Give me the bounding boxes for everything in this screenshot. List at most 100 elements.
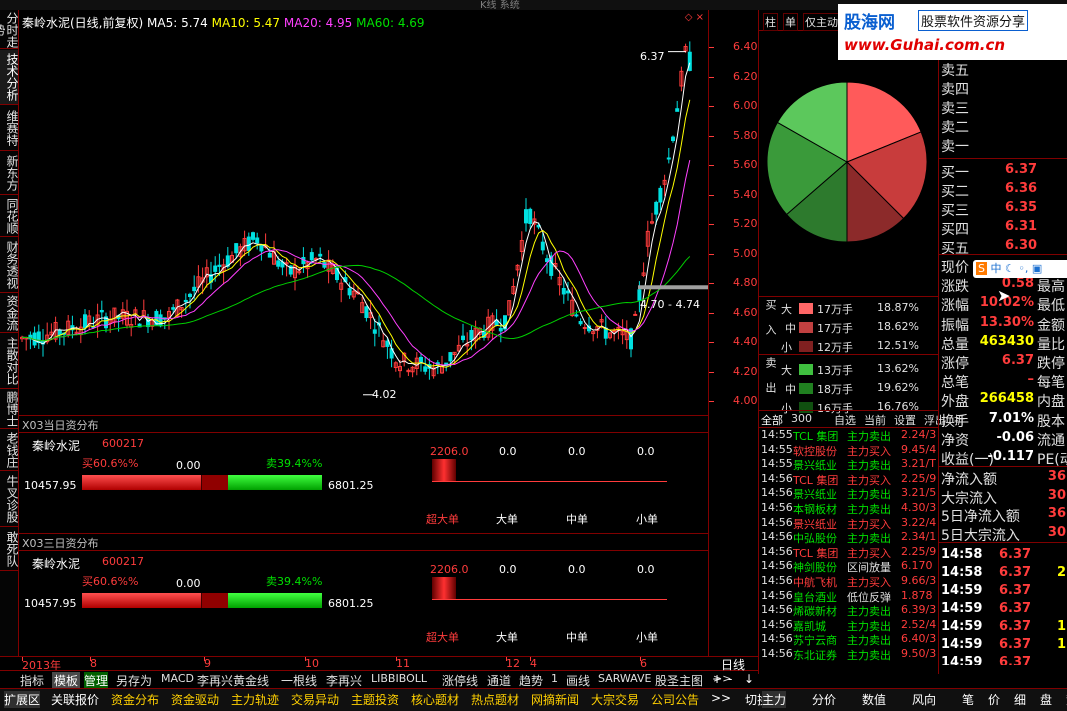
kline-chart-panel[interactable]: 秦岭水泥(日线,前复权) MA5: 5.74 MA10: 5.47 MA20: … (18, 10, 708, 416)
trade-stock[interactable]: 软控股份 (793, 443, 837, 459)
left-tab-2[interactable]: 技术分析 (0, 50, 19, 105)
candle-body (99, 309, 104, 313)
trade-value: 9.45/4 (901, 442, 937, 456)
trade-stock[interactable]: 景兴纸业 (793, 457, 837, 473)
flow-percent: 19.62% (877, 381, 919, 394)
trade-tab-1[interactable]: 全部 (761, 412, 783, 428)
indicator-tab-14[interactable]: 画线 (566, 672, 590, 689)
extension-tab-10[interactable]: 网摘新闻 (531, 691, 579, 708)
extension-tab-3[interactable]: 资金分布 (111, 691, 159, 708)
indicator-tab-16[interactable]: 股圣主图 (655, 672, 703, 689)
view-tab-2[interactable]: 分价 (812, 691, 836, 708)
view-tab-5[interactable]: 笔 (962, 691, 974, 708)
indicator-tab-7[interactable]: 一根线 (281, 672, 317, 689)
extension-tab-5[interactable]: 主力轨迹 (231, 691, 279, 708)
extension-tab-11[interactable]: 大宗交易 (591, 691, 639, 708)
high-annotation: 6.37 (640, 50, 665, 63)
price-tick-mark (709, 76, 714, 78)
dist-today-panel: X03当日资分布 秦岭水泥 600217 买60.6%% 0.00 卖39.4%% 1045… (18, 415, 708, 534)
view-tab-7[interactable]: 细 (1014, 691, 1026, 708)
indicator-tab-10[interactable]: 涨停线 (442, 672, 478, 689)
chart-options-icon[interactable]: ◇ × (685, 12, 704, 23)
trade-stock[interactable]: 景兴纸业 (793, 486, 837, 502)
trade-action: 主力卖出 (847, 488, 891, 502)
x-axis-tick (506, 657, 507, 661)
trade-stock[interactable]: 烯碳新材 (793, 603, 837, 619)
indicator-tab-6[interactable]: 李再兴黄金线 (197, 672, 269, 689)
left-tab-7[interactable]: 资金流 (0, 294, 19, 333)
trade-stock[interactable]: 嘉凯城 (793, 618, 826, 634)
candle-body (666, 157, 671, 160)
trade-tab-4[interactable]: 当前 (864, 412, 886, 428)
view-tab-4[interactable]: 风向 (912, 691, 936, 708)
indicator-tab-12[interactable]: 趋势 (519, 672, 543, 689)
extension-tab-12[interactable]: 公司公告 (651, 691, 699, 708)
trade-tab-3[interactable]: 自选 (834, 412, 856, 428)
indicator-tab-5[interactable]: MACD (161, 672, 194, 685)
zoom-button-3[interactable]: ↓ (744, 672, 754, 686)
extension-tab-1[interactable]: 扩展区 (4, 691, 41, 708)
trade-stock[interactable]: 东北证券 (793, 647, 837, 663)
extension-tab-7[interactable]: 主题投资 (351, 691, 399, 708)
left-tab-9[interactable]: 鹏博士 (0, 390, 19, 429)
trade-stock[interactable]: 中弘股份 (793, 530, 837, 546)
candle-body (364, 306, 369, 318)
extension-tab-2[interactable]: 关联报价 (51, 691, 99, 708)
indicator-tab-9[interactable]: LIBBIBOLL (371, 672, 427, 685)
ime-toolbar[interactable]: S 中 ☾ ◦, ▣ (973, 260, 1067, 278)
quote-label: 现价 (941, 260, 969, 276)
x-axis-tick (204, 657, 205, 661)
candle-body (183, 299, 188, 303)
trade-stock[interactable]: TCL 集团 (793, 428, 838, 444)
view-tab-3[interactable]: 数值 (862, 691, 886, 708)
trade-stock[interactable]: 首钢股份 (793, 662, 837, 665)
zoom-button-1[interactable]: + (712, 672, 722, 686)
extension-tab-13[interactable]: >> (711, 691, 731, 705)
dist-order-label: 小单 (636, 513, 658, 526)
trade-stock[interactable]: 神剑股份 (793, 559, 837, 575)
left-tab-1[interactable]: 分时走势 (0, 12, 19, 49)
trade-stock[interactable]: 本钢板材 (793, 501, 837, 517)
left-tab-5[interactable]: 同花顺 (0, 196, 19, 237)
indicator-tab-15[interactable]: SARWAVE (598, 672, 651, 685)
left-tab-11[interactable]: 牛叉诊股 (0, 472, 19, 527)
tick-price: 6.37 (999, 547, 1032, 562)
trade-stock[interactable]: 苏宁云商 (793, 632, 837, 648)
trade-tab-5[interactable]: 设置 (894, 412, 916, 428)
indicator-tab-3[interactable]: 管理 (84, 672, 109, 689)
indicator-tab-13[interactable]: 1 (551, 672, 558, 685)
view-tab-8[interactable]: 盘 (1040, 691, 1052, 708)
trade-stock[interactable]: 皇台酒业 (793, 589, 837, 605)
tick-price: 6.37 (999, 601, 1032, 616)
period-label[interactable]: 日线 (721, 656, 745, 673)
extension-tab-4[interactable]: 资金驱动 (171, 691, 219, 708)
indicator-tab-2[interactable]: 模板 (52, 672, 81, 689)
extension-tab-9[interactable]: 热点题材 (471, 691, 519, 708)
flow-tab-3[interactable]: 仅主动 (803, 13, 840, 31)
left-tab-6[interactable]: 财务透视 (0, 238, 19, 293)
trade-tab-2[interactable]: 300 (791, 412, 812, 425)
trade-stock[interactable]: 中航飞机 (793, 574, 837, 590)
price-tick-mark (709, 106, 714, 107)
view-tab-1[interactable]: 主力 (762, 691, 787, 708)
zoom-button-2[interactable]: - (728, 672, 732, 686)
extension-tab-6[interactable]: 交易异动 (291, 691, 339, 708)
trade-stock[interactable]: 景兴纸业 (793, 516, 837, 532)
indicator-tab-8[interactable]: 李再兴 (326, 672, 362, 689)
flow-tab-2[interactable]: 单 (783, 13, 798, 31)
indicator-tab-1[interactable]: 指标 (20, 672, 44, 689)
left-tab-8[interactable]: 主散对比 (0, 334, 19, 389)
indicator-tab-11[interactable]: 通道 (487, 672, 511, 689)
extension-tab-8[interactable]: 核心题材 (411, 691, 459, 708)
view-tab-6[interactable]: 价 (988, 691, 1000, 708)
left-tab-12[interactable]: 敢死队 (0, 528, 19, 571)
flow-tab-1[interactable]: 柱 (763, 13, 778, 31)
left-tab-4[interactable]: 新东方 (0, 152, 19, 195)
indicator-tab-4[interactable]: 另存为 (116, 672, 152, 689)
candle-body (545, 258, 549, 263)
trade-stock[interactable]: TCL 集团 (793, 545, 838, 561)
left-tab-10[interactable]: 老钱庄 (0, 430, 19, 471)
left-vertical-tabs: 分时走势技术分析维赛特新东方同花顺财务透视资金流主散对比鹏博士老钱庄牛叉诊股敢死… (0, 10, 19, 674)
trade-stock[interactable]: TCL 集团 (793, 472, 838, 488)
left-tab-3[interactable]: 维赛特 (0, 106, 19, 151)
